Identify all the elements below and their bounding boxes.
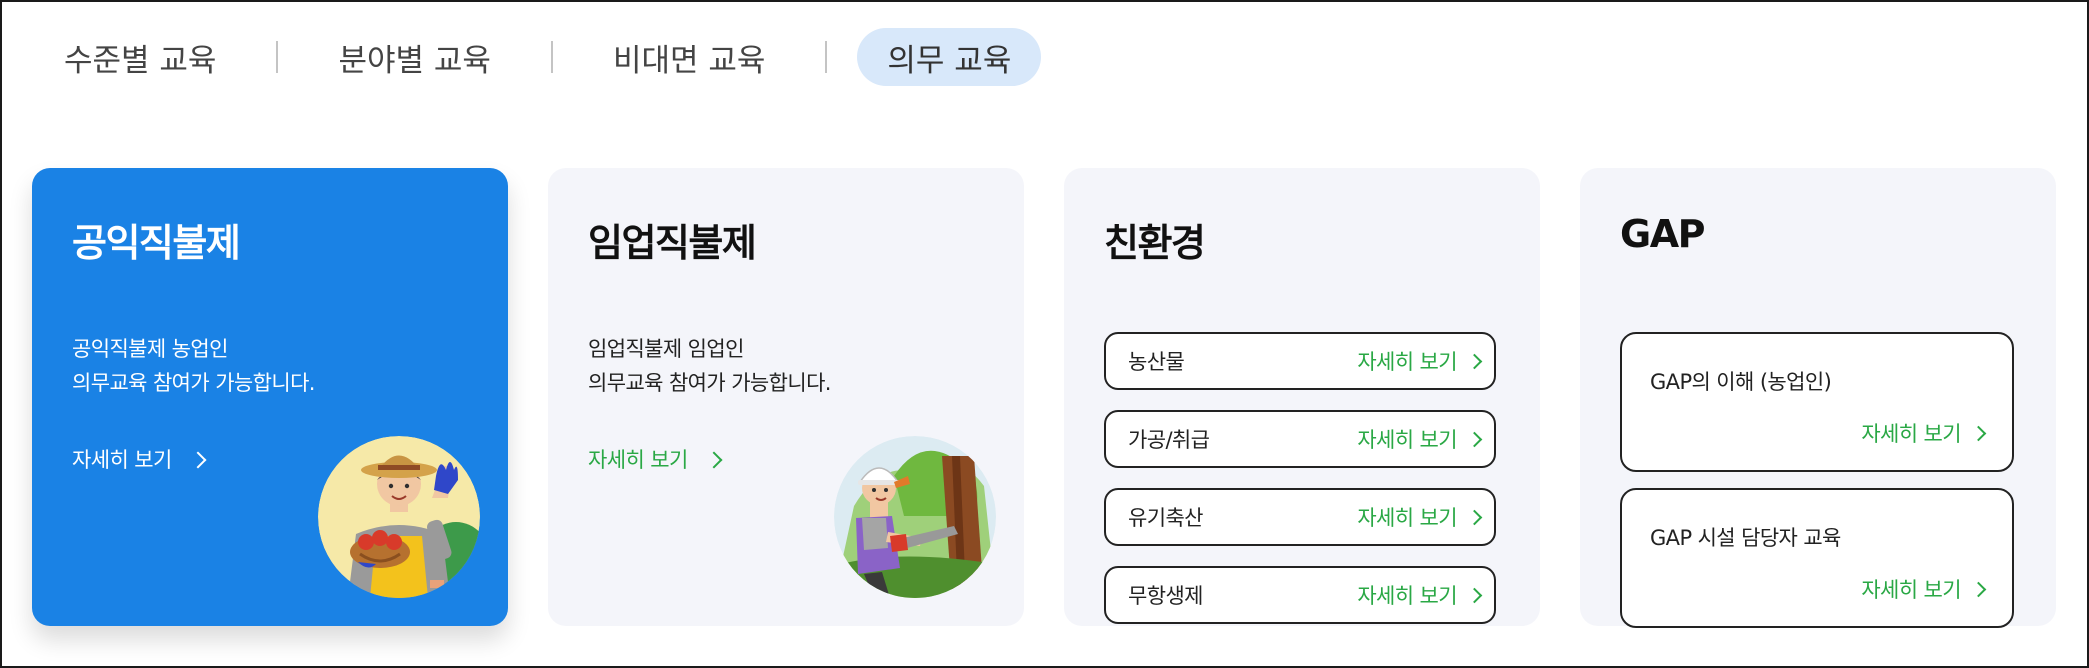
details-link: 자세히 보기 [1357,346,1483,376]
details-link: 자세히 보기 [1357,502,1483,532]
page-frame: 수준별 교육 분야별 교육 비대면 교육 의무 교육 공익직불제 공익직불제 농… [0,0,2089,668]
card-description-line: 공익직불제 농업인 [72,337,228,361]
sub-button-agricultural-products[interactable]: 농산물 자세히 보기 [1104,332,1496,390]
tab-divider [825,41,828,73]
card-public-direct-payment[interactable]: 공익직불제 공익직불제 농업인 의무교육 참여가 가능합니다. 자세히 보기 [32,168,508,626]
card-title: 친환경 [1104,221,1206,265]
tab-divider [276,41,279,73]
card-description: 공익직불제 농업인 의무교육 참여가 가능합니다. [72,332,315,400]
education-tabs: 수준별 교육 분야별 교육 비대면 교육 의무 교육 [34,26,1042,88]
chevron-right-icon [1466,431,1483,448]
sub-button-antibiotic-free[interactable]: 무항생제 자세히 보기 [1104,566,1496,624]
card-description-line: 의무교육 참여가 가능합니다. [72,371,315,395]
card-gap: GAP GAP의 이해 (농업인) 자세히 보기 GAP 시설 담당자 교육 자… [1580,168,2056,628]
sub-button-label: 유기축산 [1128,506,1203,530]
tab-mandatory-education[interactable]: 의무 교육 [857,28,1042,86]
tab-level-education[interactable]: 수준별 교육 [34,28,246,86]
details-link: 자세히 보기 [1861,418,1987,448]
chevron-right-icon [1466,353,1483,370]
chevron-right-icon [1466,587,1483,604]
details-link: 자세히 보기 [1861,574,1987,604]
sub-button-organic-livestock[interactable]: 유기축산 자세히 보기 [1104,488,1496,546]
gap-box-understanding[interactable]: GAP의 이해 (농업인) 자세히 보기 [1620,332,2014,472]
details-link: 자세히 보기 [1357,424,1483,454]
tab-online-education[interactable]: 비대면 교육 [583,28,795,86]
details-link: 자세히 보기 [1357,580,1483,610]
card-forestry-direct-payment[interactable]: 임업직불제 임업직불제 임업인 의무교육 참여가 가능합니다. 자세히 보기 [548,168,1024,626]
chevron-right-icon [1970,425,1987,442]
gap-box-label: GAP의 이해 (농업인) [1650,370,1832,394]
card-description-line: 의무교육 참여가 가능합니다. [588,371,831,395]
chevron-right-icon [189,451,207,468]
card-title: GAP [1620,212,1705,256]
sub-button-label: 무항생제 [1128,584,1203,608]
card-title: 공익직불제 [72,221,241,265]
forester-illustration-icon [834,436,996,598]
gap-box-facility-manager[interactable]: GAP 시설 담당자 교육 자세히 보기 [1620,488,2014,628]
details-link-label: 자세히 보기 [1357,584,1457,608]
card-description: 임업직불제 임업인 의무교육 참여가 가능합니다. [588,332,831,400]
details-link-label: 자세히 보기 [1357,428,1457,452]
card-eco-friendly: 친환경 농산물 자세히 보기 가공/취급 자세히 보기 유기축산 자세히 보기 … [1064,168,1540,626]
details-link-label: 자세히 보기 [1861,422,1961,446]
details-link-label: 자세히 보기 [1357,350,1457,374]
details-link-label: 자세히 보기 [1861,578,1961,602]
sub-button-label: 농산물 [1128,350,1185,374]
chevron-right-icon [705,451,723,468]
card-description-line: 임업직불제 임업인 [588,337,744,361]
chevron-right-icon [1466,509,1483,526]
farmer-illustration-icon [318,436,480,598]
sub-button-label: 가공/취급 [1128,428,1210,452]
details-link-label: 자세히 보기 [1357,506,1457,530]
chevron-right-icon [1970,581,1987,598]
details-link-label: 자세히 보기 [72,448,172,472]
details-link[interactable]: 자세히 보기 [588,444,723,474]
details-link-label: 자세히 보기 [588,448,688,472]
details-link[interactable]: 자세히 보기 [72,444,207,474]
gap-box-label: GAP 시설 담당자 교육 [1650,526,1841,550]
sub-button-processing-handling[interactable]: 가공/취급 자세히 보기 [1104,410,1496,468]
card-title: 임업직불제 [588,221,757,265]
tab-field-education[interactable]: 분야별 교육 [308,28,520,86]
tab-divider [550,41,553,73]
